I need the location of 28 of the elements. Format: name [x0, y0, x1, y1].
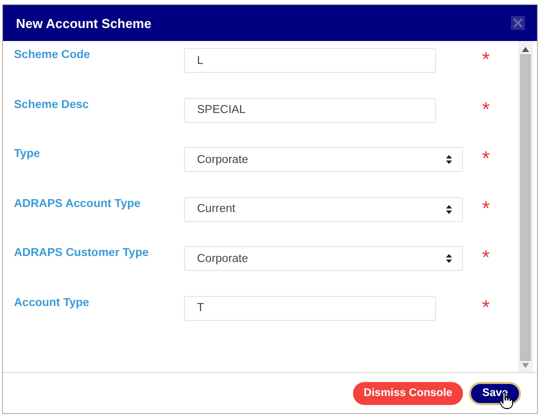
- close-icon: [513, 18, 523, 28]
- scroll-up-icon: [522, 47, 529, 52]
- required-mark: *: [482, 298, 490, 318]
- field-label: Account Type: [14, 296, 90, 310]
- field-label: ADRAPS Customer Type: [14, 246, 150, 261]
- select-field[interactable]: Corporate: [184, 246, 463, 271]
- required-mark: *: [482, 100, 490, 120]
- dismiss-button[interactable]: Dismiss Console: [352, 382, 464, 404]
- required-mark: *: [482, 198, 490, 218]
- select-field[interactable]: Current: [184, 196, 463, 222]
- dialog-title: New Account Scheme: [16, 16, 152, 30]
- field-label: ADRAPS Account Type: [14, 196, 142, 212]
- scrollbar[interactable]: [518, 41, 533, 372]
- required-mark: *: [482, 149, 490, 169]
- close-button[interactable]: [511, 16, 525, 30]
- required-mark: *: [482, 50, 490, 70]
- scroll-down-icon: [522, 363, 529, 368]
- field-label: Scheme Desc: [14, 98, 90, 112]
- text-field[interactable]: SPECIAL: [184, 98, 436, 122]
- text-field[interactable]: T: [184, 296, 436, 320]
- sort-arrows-icon: [446, 204, 452, 214]
- sort-arrows-icon: [446, 254, 452, 263]
- field-label: Scheme Code: [14, 48, 92, 63]
- field-label: Type: [14, 147, 41, 162]
- text-field[interactable]: L: [184, 48, 436, 73]
- required-mark: *: [482, 248, 490, 268]
- select-field[interactable]: Corporate: [184, 147, 463, 172]
- sort-arrows-icon: [446, 155, 452, 164]
